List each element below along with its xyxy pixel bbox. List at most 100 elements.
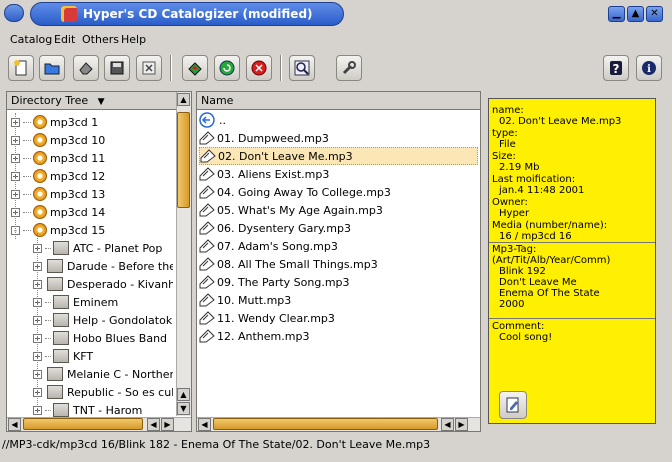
- maximize-button[interactable]: ▲: [627, 6, 644, 22]
- audio-file-icon: [199, 275, 215, 289]
- file-list-header[interactable]: Name: [197, 92, 480, 110]
- file-list-item[interactable]: 05. What's My Age Again.mp3: [199, 201, 478, 219]
- info-divider: [489, 318, 655, 319]
- tree-connector: [45, 355, 51, 357]
- tree-item-folder[interactable]: + Hobo Blues Band: [33, 329, 173, 347]
- new-button[interactable]: [8, 55, 34, 81]
- tree-item-cd[interactable]: + mp3cd 1: [11, 113, 171, 131]
- tree-item-folder[interactable]: + Eminem: [33, 293, 173, 311]
- close-window-button[interactable]: ✕: [646, 6, 663, 22]
- directory-tree-header[interactable]: Directory Tree ▼: [7, 92, 177, 110]
- scroll-left-icon[interactable]: ◀: [8, 418, 21, 431]
- file-list-item[interactable]: 11. Wendy Clear.mp3: [199, 309, 478, 327]
- info-owner-value: Hyper: [499, 208, 530, 219]
- save-button[interactable]: [104, 55, 130, 81]
- menu-catalog[interactable]: Catalog: [10, 33, 52, 46]
- erase-button[interactable]: [73, 55, 99, 81]
- menu-edit[interactable]: Edit: [54, 33, 75, 46]
- audio-file-icon: [199, 185, 215, 199]
- minimize-button[interactable]: ▁: [608, 6, 625, 22]
- scroll-down-icon[interactable]: ▼: [177, 402, 190, 415]
- tree-item-cd[interactable]: + mp3cd 10: [11, 131, 171, 149]
- tree-item-cd[interactable]: + mp3cd 13: [11, 185, 171, 203]
- tree-item-folder[interactable]: + ATC - Planet Pop: [33, 239, 173, 257]
- tree-item-folder[interactable]: +Darude - Before the stor: [33, 257, 173, 275]
- tree-hscroll-thumb[interactable]: [23, 418, 143, 430]
- scroll-right-icon[interactable]: ▶: [455, 418, 468, 431]
- list-horizontal-scrollbar[interactable]: ◀ ◀ ▶: [197, 417, 480, 431]
- scan-button[interactable]: [182, 55, 208, 81]
- tree-item-folder[interactable]: +Republic - So es cukor: [33, 383, 173, 401]
- scroll-up-icon[interactable]: ▲: [177, 388, 190, 401]
- info-comment-label: Comment:: [492, 321, 545, 332]
- window-menu-button[interactable]: [4, 4, 24, 22]
- open-button[interactable]: [39, 55, 65, 81]
- tree-connector: [45, 247, 51, 249]
- tree-horizontal-scrollbar[interactable]: ◀ ◀ ▶: [7, 417, 191, 431]
- search-button[interactable]: [289, 55, 315, 81]
- tree-connector: [23, 157, 31, 159]
- audio-file-icon: [199, 221, 215, 235]
- settings-button[interactable]: [336, 55, 362, 81]
- file-list-item[interactable]: 06. Dysentery Gary.mp3: [199, 219, 478, 237]
- tree-item-label: mp3cd 15: [50, 223, 106, 237]
- svg-text:?: ?: [613, 62, 620, 76]
- audio-file-icon: [199, 131, 215, 145]
- scroll-right-icon[interactable]: ▶: [161, 418, 174, 431]
- tree-connector: [23, 211, 31, 213]
- tree-connector: [23, 121, 31, 123]
- info-media-label: Media (number/name):: [492, 220, 608, 231]
- scroll-left-icon[interactable]: ◀: [441, 418, 454, 431]
- tree-item-folder[interactable]: + KFT: [33, 347, 173, 365]
- tree-item-label: Help - Gondolatok: [73, 313, 173, 327]
- folder-icon: [47, 277, 63, 291]
- parent-directory-label: ..: [219, 113, 226, 127]
- file-list-item[interactable]: 10. Mutt.mp3: [199, 291, 478, 309]
- audio-file-icon: [199, 203, 215, 217]
- folder-icon: [53, 403, 69, 417]
- tree-item-cd[interactable]: + mp3cd 14: [11, 203, 171, 221]
- close-catalog-button[interactable]: [136, 55, 162, 81]
- help-button[interactable]: ?: [603, 55, 629, 81]
- info-tag-label: Mp3-Tag:: [492, 244, 537, 255]
- file-list-item[interactable]: 03. Aliens Exist.mp3: [199, 165, 478, 183]
- tree-scroll-thumb[interactable]: [177, 112, 190, 208]
- stop-button[interactable]: [246, 55, 272, 81]
- directory-tree-pane: Directory Tree ▼ + mp3cd 1 + mp3cd 10 + mp3cd…: [6, 91, 192, 432]
- audio-file-icon: [199, 293, 215, 307]
- parent-directory-row[interactable]: ..: [199, 111, 469, 129]
- tree-item-folder[interactable]: +Desperado - Kivanhatsz: [33, 275, 173, 293]
- info-tag-year: 2000: [499, 299, 525, 310]
- file-list-item[interactable]: 08. All The Small Things.mp3: [199, 255, 478, 273]
- file-list-item[interactable]: 01. Dumpweed.mp3: [199, 129, 478, 147]
- tree-item-label: Melanie C - Northern St: [67, 367, 173, 381]
- tree-item-label: Republic - So es cukor: [67, 385, 173, 399]
- file-list-item[interactable]: 04. Going Away To College.mp3: [199, 183, 478, 201]
- tree-item-folder[interactable]: + Help - Gondolatok: [33, 311, 173, 329]
- file-list-item[interactable]: 07. Adam's Song.mp3: [199, 237, 478, 255]
- tree-item-cd[interactable]: + mp3cd 11: [11, 149, 171, 167]
- erase-icon: [79, 62, 93, 75]
- scroll-up-icon[interactable]: ▲: [177, 93, 190, 106]
- tree-item-cd[interactable]: + mp3cd 12: [11, 167, 171, 185]
- info-tag-fields: (Art/Tit/Alb/Year/Comm): [492, 255, 611, 266]
- open-icon: [44, 63, 60, 75]
- info-media-value: 16 / mp3cd 16: [499, 231, 572, 242]
- file-list-item[interactable]: 09. The Party Song.mp3: [199, 273, 478, 291]
- file-name: 09. The Party Song.mp3: [217, 275, 350, 289]
- title-pill[interactable]: Hyper's CD Catalogizer (modified): [30, 2, 344, 26]
- file-list-item[interactable]: 02. Don't Leave Me.mp3: [199, 147, 478, 165]
- list-hscroll-thumb[interactable]: [213, 418, 438, 430]
- scroll-left-icon[interactable]: ◀: [147, 418, 160, 431]
- tree-item-folder[interactable]: +Melanie C - Northern St: [33, 365, 173, 383]
- tree-item-label: Hobo Blues Band: [73, 331, 168, 345]
- scroll-left-icon[interactable]: ◀: [198, 418, 211, 431]
- refresh-button[interactable]: [214, 55, 240, 81]
- menu-help[interactable]: Help: [121, 33, 146, 46]
- menu-others[interactable]: Others: [82, 33, 119, 46]
- tree-vertical-scrollbar[interactable]: ▲ ▲ ▼: [176, 92, 191, 416]
- edit-comment-button[interactable]: [499, 391, 527, 419]
- tree-item-cd[interactable]: - mp3cd 15: [11, 221, 171, 239]
- info-button[interactable]: i: [636, 55, 662, 81]
- file-list-item[interactable]: 12. Anthem.mp3: [199, 327, 478, 345]
